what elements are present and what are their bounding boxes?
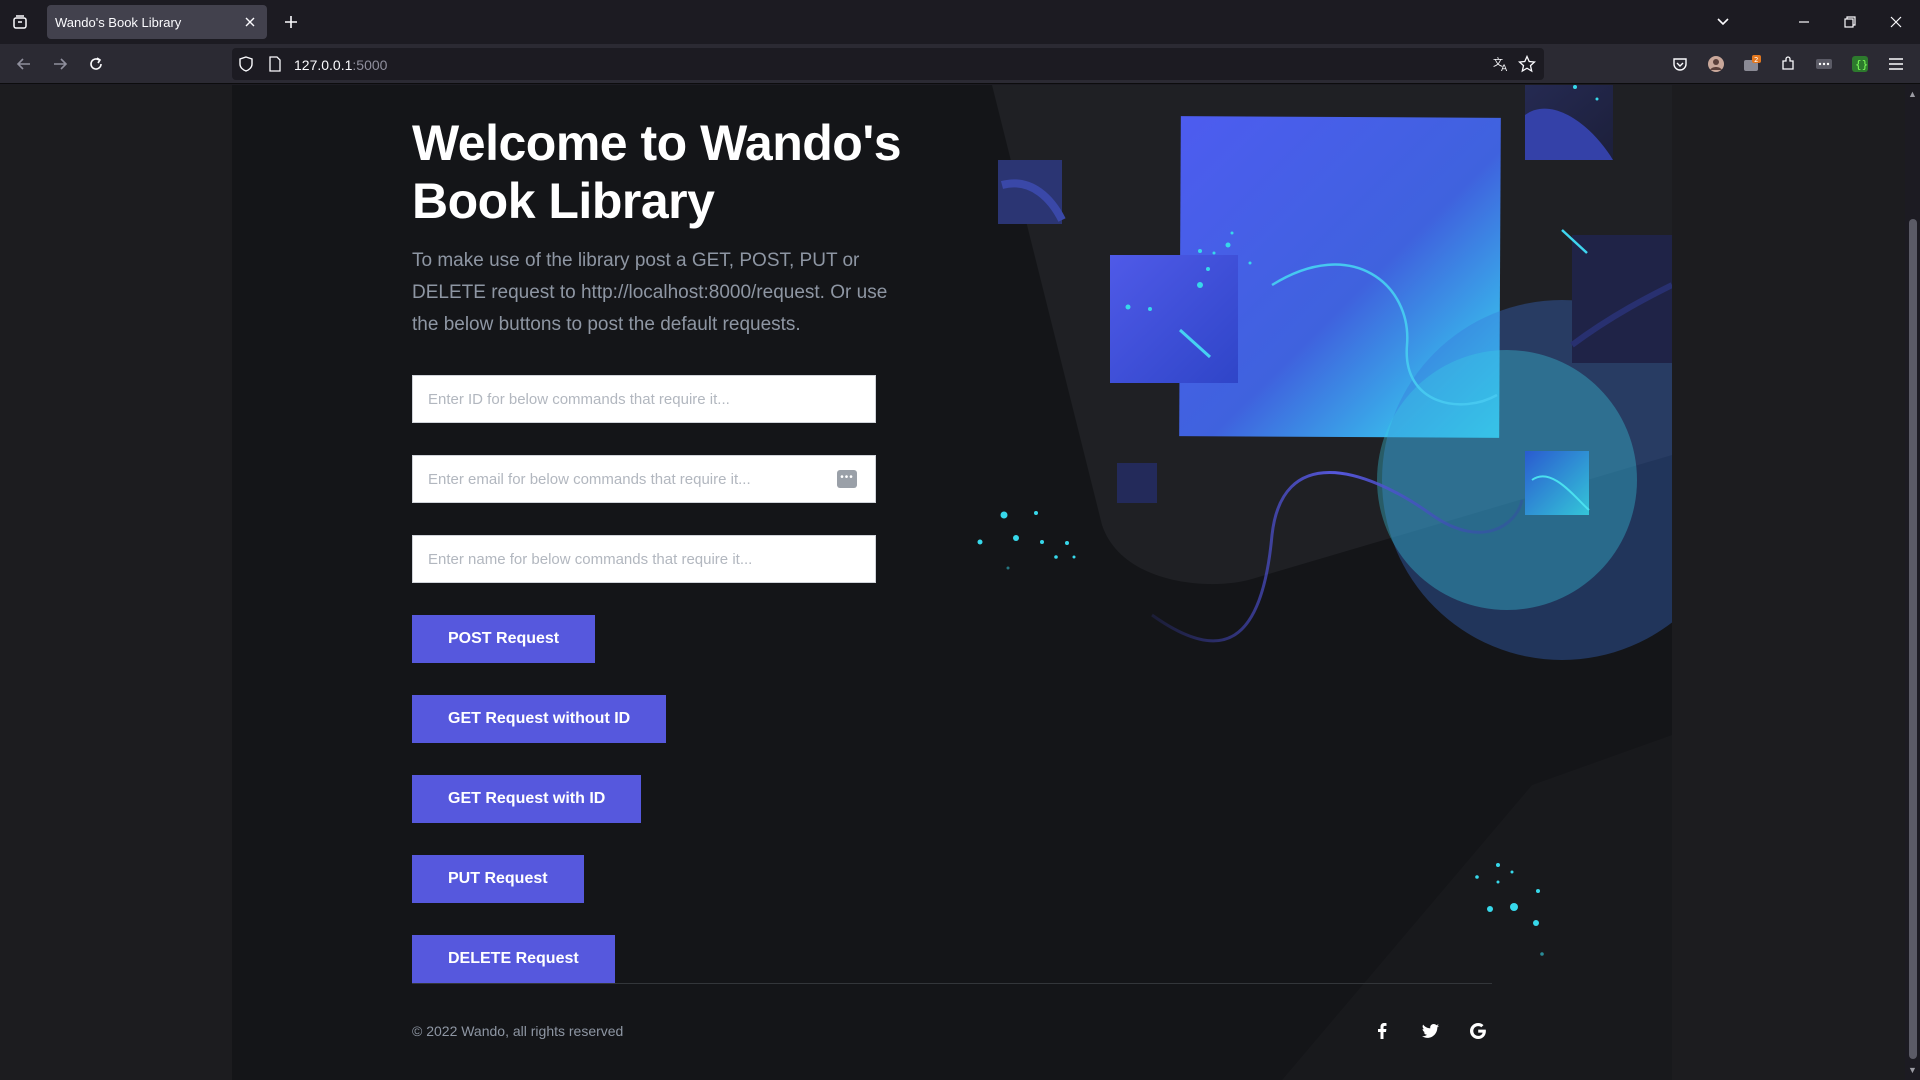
- name-field-container: [412, 535, 876, 583]
- svg-text:2: 2: [1754, 56, 1758, 64]
- browser-nav-bar: 127.0.0.1:5000 文A 2 {}: [0, 44, 1920, 84]
- vertical-scrollbar[interactable]: ▲ ▼: [1905, 85, 1920, 1080]
- page-viewport: Welcome to Wando's Book Library To make …: [0, 85, 1905, 1080]
- back-arrow-icon[interactable]: [12, 52, 36, 76]
- name-input[interactable]: [413, 536, 875, 582]
- id-input[interactable]: [413, 376, 875, 422]
- twitter-icon[interactable]: [1419, 1020, 1441, 1042]
- forward-arrow-icon[interactable]: [48, 52, 72, 76]
- reload-icon[interactable]: [84, 52, 108, 76]
- get-request-with-id-button[interactable]: GET Request with ID: [412, 775, 642, 823]
- page-container: Welcome to Wando's Book Library To make …: [232, 85, 1672, 1080]
- scrollbar-thumb[interactable]: [1909, 219, 1917, 1059]
- menu-hamburger-icon[interactable]: [1884, 52, 1908, 76]
- restore-icon[interactable]: [1836, 8, 1864, 36]
- footer-copyright: © 2022 Wando, all rights reserved: [412, 1023, 624, 1039]
- password-manager-icon[interactable]: [1812, 52, 1836, 76]
- account-avatar-icon[interactable]: [1704, 52, 1728, 76]
- address-bar[interactable]: 127.0.0.1:5000 文A: [232, 48, 1544, 80]
- code-extension-icon[interactable]: {}: [1848, 52, 1872, 76]
- pocket-icon[interactable]: [1668, 52, 1692, 76]
- footer-divider: [412, 983, 1492, 984]
- translate-icon[interactable]: 文A: [1492, 55, 1510, 78]
- facebook-icon[interactable]: [1371, 1020, 1393, 1042]
- list-all-tabs-icon[interactable]: [8, 10, 32, 34]
- svg-text:A: A: [1501, 64, 1508, 73]
- extension-badge-icon[interactable]: 2: [1740, 52, 1764, 76]
- email-field-container: •••: [412, 455, 876, 503]
- autofill-dots-icon[interactable]: •••: [837, 470, 857, 488]
- page-description: To make use of the library post a GET, P…: [412, 250, 888, 335]
- shield-icon[interactable]: [238, 56, 254, 77]
- email-input[interactable]: [413, 456, 875, 502]
- new-tab-icon[interactable]: [279, 10, 303, 34]
- browser-tab-bar: Wando's Book Library: [0, 0, 1920, 44]
- puzzle-extensions-icon[interactable]: [1776, 52, 1800, 76]
- scroll-up-arrow-icon[interactable]: ▲: [1908, 89, 1917, 99]
- bookmark-star-icon[interactable]: [1517, 54, 1537, 78]
- minimize-icon[interactable]: [1790, 8, 1818, 36]
- browser-tab[interactable]: Wando's Book Library: [47, 5, 267, 39]
- get-request-without-id-button[interactable]: GET Request without ID: [412, 695, 667, 743]
- google-icon[interactable]: [1467, 1020, 1489, 1042]
- url-text[interactable]: 127.0.0.1:5000: [294, 57, 387, 73]
- svg-text:{}: {}: [1855, 58, 1868, 71]
- post-request-button[interactable]: POST Request: [412, 615, 596, 663]
- page-title: Welcome to Wando's Book Library: [412, 115, 902, 229]
- scroll-down-arrow-icon[interactable]: ▼: [1908, 1065, 1917, 1075]
- chevron-down-icon[interactable]: [1711, 10, 1735, 34]
- id-field-container: [412, 375, 876, 423]
- tab-title: Wando's Book Library: [55, 15, 182, 30]
- page-icon[interactable]: [268, 56, 282, 77]
- url-host: 127.0.0.1: [294, 57, 353, 73]
- close-tab-icon[interactable]: [241, 13, 259, 31]
- delete-request-button[interactable]: DELETE Request: [412, 935, 615, 983]
- put-request-button[interactable]: PUT Request: [412, 855, 584, 903]
- url-port: :5000: [352, 57, 388, 73]
- close-window-icon[interactable]: [1882, 8, 1910, 36]
